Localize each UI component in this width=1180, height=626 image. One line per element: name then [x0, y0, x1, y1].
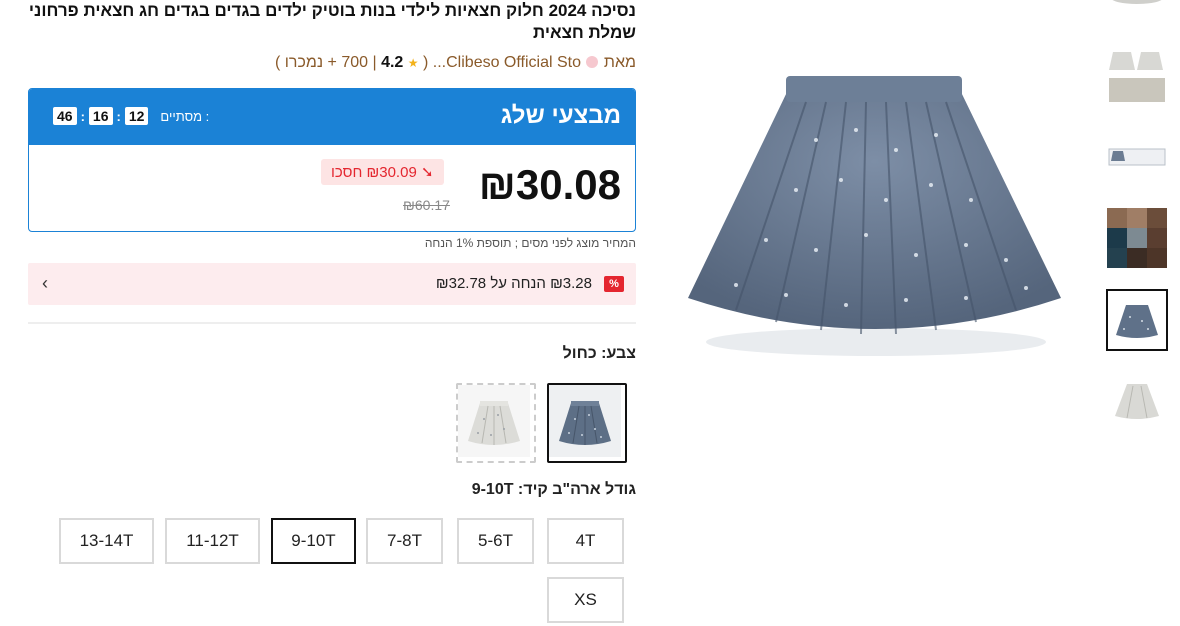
sold-label: + נמכרו [284, 54, 337, 71]
original-price: ₪60.17 [403, 197, 450, 213]
thumbnail-image [1108, 291, 1166, 349]
rating-separator: | [372, 54, 377, 71]
size-option-9-10t[interactable]: 9-10T [271, 518, 356, 564]
store-rating-line: מאת Clibeso Official Sto... ( ★ 700 | 4.… [275, 54, 636, 72]
size-option-7-8t[interactable]: 7-8T [366, 518, 443, 564]
paren-close: ) [274, 54, 281, 71]
section-divider [28, 322, 636, 324]
thumbnail-image [1107, 0, 1167, 14]
thumbnail-image [1107, 370, 1167, 430]
skirt-blue-thumbnail [549, 385, 621, 457]
thumbnail-5-selected[interactable] [1106, 289, 1168, 351]
color-swatch-white[interactable] [456, 383, 536, 463]
size-label: גודל ארה"ב קיד: 9-10T [471, 481, 636, 498]
thumbnail-2[interactable] [1107, 48, 1167, 108]
thumbnail-4[interactable] [1107, 208, 1167, 268]
store-name-link[interactable]: Clibeso Official Sto... [433, 54, 581, 71]
size-option-xs[interactable]: XS [547, 577, 624, 623]
thumbnail-3[interactable] [1107, 127, 1167, 187]
countdown-timer: 46 : 16 : 12 מסתיים : [53, 107, 209, 125]
coupon-percent-icon: % [604, 276, 624, 292]
thumbnail-6[interactable] [1107, 370, 1167, 430]
savings-badge: ➘ ₪30.09 חסכו [321, 159, 444, 185]
thumbnail-image [1107, 127, 1167, 187]
countdown-separator: : [116, 108, 121, 124]
countdown-label: מסתיים : [160, 108, 210, 124]
countdown-seconds: 46 [53, 107, 77, 125]
rating-value: 4.2 [381, 54, 404, 71]
skirt-image [688, 76, 1061, 356]
sale-price: ₪30.08 [478, 161, 621, 208]
tax-note: המחיר מוצג לפני מסים ; תוספת 1% הנחה [424, 236, 636, 250]
deal-box: מבצעי שלג 46 : 16 : 12 מסתיים : ₪30.08 ➘… [28, 88, 636, 232]
review-count[interactable]: 700 [341, 54, 368, 71]
main-product-image[interactable] [676, 60, 1076, 360]
countdown-minutes: 16 [88, 107, 113, 125]
countdown-hours: 12 [124, 107, 149, 125]
size-option-13-14t[interactable]: 13-14T [59, 518, 154, 564]
store-icon [586, 56, 599, 68]
countdown-separator: : [80, 108, 85, 124]
thumbnail-1[interactable] [1107, 0, 1167, 14]
product-title: נסיכה 2024 חלוק חצאיות לילדי בנות בוטיק … [28, 1, 636, 42]
coupon-text: ₪3.28 הנחה על ₪32.78 [435, 275, 592, 292]
size-option-11-12t[interactable]: 11-12T [165, 518, 260, 564]
chevron-left-icon: ‹ [42, 273, 48, 293]
skirt-white-thumbnail [458, 385, 530, 457]
paren-open: ( [423, 54, 429, 71]
thumbnail-image [1107, 48, 1167, 108]
by-label: מאת [603, 54, 636, 71]
deal-title: מבצעי שלג [500, 102, 621, 129]
size-option-5-6t[interactable]: 5-6T [457, 518, 534, 564]
coupon-bar[interactable]: ‹ ₪3.28 הנחה על ₪32.78 % [28, 263, 636, 305]
thumbnail-image [1107, 208, 1167, 268]
deal-header: מבצעי שלג 46 : 16 : 12 מסתיים : [29, 89, 635, 145]
color-label: צבע: כחול [562, 345, 636, 362]
size-option-4t[interactable]: 4T [547, 518, 624, 564]
color-swatch-blue[interactable] [547, 383, 627, 463]
star-icon: ★ [407, 56, 419, 70]
